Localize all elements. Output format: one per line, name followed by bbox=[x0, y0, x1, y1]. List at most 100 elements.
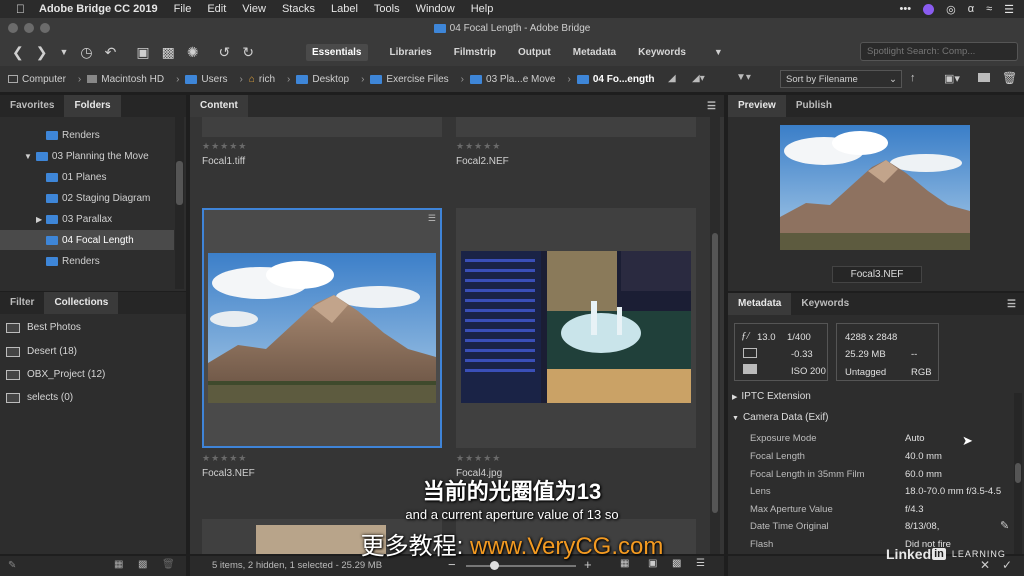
menu-tools[interactable]: Tools bbox=[374, 3, 400, 15]
thumbnail-size-slider[interactable] bbox=[466, 565, 576, 567]
chevron-down-icon[interactable]: ▼ bbox=[59, 47, 68, 57]
breadcrumb-exercise-files[interactable]: Exercise Files bbox=[370, 74, 449, 85]
edit-icon[interactable]: ✎ bbox=[8, 560, 16, 571]
rotate-right-icon[interactable]: ↻ bbox=[242, 44, 254, 61]
tab-filter[interactable]: Filter bbox=[0, 292, 44, 314]
collection-obx-project[interactable]: OBX_Project (12) bbox=[6, 369, 105, 380]
recent-icon[interactable]: ◷ bbox=[80, 44, 92, 61]
refine-icon[interactable]: ▩ bbox=[162, 44, 175, 61]
menu-edit[interactable]: Edit bbox=[207, 3, 226, 15]
close-window-button[interactable] bbox=[8, 23, 18, 33]
minimize-window-button[interactable] bbox=[24, 23, 34, 33]
thumbnail-cell[interactable] bbox=[456, 117, 696, 137]
slider-handle[interactable] bbox=[490, 561, 499, 570]
section-iptc-extension[interactable]: ▶ IPTC Extension bbox=[732, 391, 811, 402]
folder-renders-1[interactable]: Renders bbox=[0, 125, 174, 145]
menu-list-icon[interactable]: ☰ bbox=[1004, 3, 1014, 16]
collection-selects[interactable]: selects (0) bbox=[6, 392, 73, 403]
preview-filename-label: Focal3.NEF bbox=[832, 266, 922, 283]
folder-icon bbox=[470, 74, 483, 84]
menu-window[interactable]: Window bbox=[416, 3, 455, 15]
workspace-keywords[interactable]: Keywords bbox=[638, 47, 686, 58]
star-filter-icon[interactable]: ◢▾ bbox=[692, 73, 705, 84]
folder-icon bbox=[370, 74, 383, 84]
new-folder-icon[interactable] bbox=[978, 73, 990, 82]
folder-renders-2[interactable]: Renders bbox=[0, 251, 174, 271]
folders-scroll-thumb[interactable] bbox=[176, 161, 183, 205]
globe-icon[interactable]: ◎ bbox=[946, 3, 956, 16]
forward-icon[interactable]: ❯ bbox=[36, 44, 48, 61]
section-camera-data[interactable]: ▼ Camera Data (Exif) bbox=[732, 412, 829, 423]
tab-favorites[interactable]: Favorites bbox=[0, 95, 64, 117]
sort-dropdown[interactable]: Sort by Filename ⌄ bbox=[780, 70, 902, 88]
subtitle-chinese: 当前的光圈值为13 bbox=[422, 479, 602, 504]
folder-staging-diagram[interactable]: 02 Staging Diagram bbox=[0, 188, 174, 208]
thumbnail-cell[interactable] bbox=[202, 117, 442, 137]
collection-desert[interactable]: Desert (18) bbox=[6, 346, 77, 357]
preview-image[interactable] bbox=[780, 125, 970, 250]
menu-file[interactable]: File bbox=[174, 3, 192, 15]
trash-icon[interactable]: 🗑 bbox=[1002, 71, 1017, 85]
apple-icon[interactable]:  bbox=[16, 2, 25, 16]
breadcrumb-macintosh-hd[interactable]: Macintosh HD bbox=[87, 74, 164, 85]
workspace-output[interactable]: Output bbox=[518, 47, 551, 58]
tab-content[interactable]: Content bbox=[190, 95, 248, 117]
breadcrumb-rich[interactable]: ⌂ rich bbox=[249, 74, 275, 85]
thumbnail-cell-selected[interactable]: ☰ bbox=[202, 208, 442, 448]
open-recent-icon[interactable]: ▣▾ bbox=[944, 72, 960, 85]
breadcrumb-focal-length[interactable]: 04 Fo...ength bbox=[576, 74, 655, 85]
menu-view[interactable]: View bbox=[242, 3, 266, 15]
workspace-filmstrip[interactable]: Filmstrip bbox=[454, 47, 496, 58]
tab-preview[interactable]: Preview bbox=[728, 95, 786, 117]
collection-icon bbox=[6, 346, 20, 357]
folder-parallax[interactable]: ▶ 03 Parallax bbox=[0, 209, 174, 229]
rotate-left-icon[interactable]: ↺ bbox=[219, 44, 231, 61]
back-icon[interactable]: ❮ bbox=[12, 44, 24, 61]
content-scroll-thumb[interactable] bbox=[712, 233, 718, 513]
folder-planes[interactable]: 01 Planes bbox=[0, 167, 174, 187]
breadcrumb-computer[interactable]: Computer bbox=[8, 74, 66, 85]
panel-menu-icon[interactable]: ☰ bbox=[1007, 299, 1016, 310]
menu-stacks[interactable]: Stacks bbox=[282, 3, 315, 15]
folder-focal-length[interactable]: 04 Focal Length bbox=[0, 230, 174, 250]
collection-best-photos[interactable]: Best Photos bbox=[6, 322, 81, 333]
breadcrumb-users[interactable]: Users bbox=[185, 74, 228, 85]
folders-scrollbar[interactable] bbox=[175, 117, 184, 289]
workspace-essentials[interactable]: Essentials bbox=[306, 43, 368, 61]
more-icon[interactable]: ••• bbox=[900, 3, 912, 15]
wifi-icon[interactable]: ≈ bbox=[986, 3, 992, 15]
zoom-window-button[interactable] bbox=[40, 23, 50, 33]
panel-menu-icon[interactable]: ☰ bbox=[707, 101, 716, 112]
computer-icon bbox=[8, 75, 18, 83]
filter-icon[interactable]: ▼▾ bbox=[736, 72, 751, 83]
tab-publish[interactable]: Publish bbox=[786, 95, 842, 117]
breadcrumb-planning-move[interactable]: 03 Pla...e Move bbox=[470, 74, 556, 85]
rating-stars[interactable]: ★★★★★ bbox=[202, 141, 247, 152]
tab-folders[interactable]: Folders bbox=[64, 95, 121, 117]
app-name-menu[interactable]: Adobe Bridge CC 2019 bbox=[39, 3, 158, 15]
sort-ascending-icon[interactable]: ↑ bbox=[910, 72, 916, 84]
adobe-icon[interactable]: α bbox=[968, 3, 974, 15]
tab-metadata[interactable]: Metadata bbox=[728, 293, 792, 315]
rating-stars[interactable]: ★★★★★ bbox=[456, 141, 501, 152]
quality-icon[interactable]: ◢ bbox=[668, 73, 676, 84]
spotlight-search-input[interactable] bbox=[860, 42, 1018, 61]
breadcrumb-desktop[interactable]: Desktop bbox=[296, 74, 349, 85]
siri-icon[interactable] bbox=[923, 3, 935, 15]
workspace-libraries[interactable]: Libraries bbox=[390, 47, 432, 58]
promo-url: www.VeryCG.com bbox=[469, 533, 664, 560]
menu-help[interactable]: Help bbox=[471, 3, 494, 15]
folder-planning-the-move[interactable]: ▼ 03 Planning the Move bbox=[0, 146, 174, 166]
camera-download-icon[interactable]: ▣ bbox=[136, 44, 149, 61]
boomerang-icon[interactable]: ↶ bbox=[105, 44, 117, 61]
thumbnail-cell[interactable] bbox=[456, 208, 696, 448]
rating-stars[interactable]: ★★★★★ bbox=[456, 453, 501, 464]
workspace-metadata[interactable]: Metadata bbox=[573, 47, 616, 58]
home-icon: ⌂ bbox=[248, 73, 255, 85]
rating-stars[interactable]: ★★★★★ bbox=[202, 453, 247, 464]
tab-collections[interactable]: Collections bbox=[44, 292, 119, 314]
workspace-more-icon[interactable]: ▼ bbox=[714, 47, 723, 57]
camera-raw-icon[interactable]: ✺ bbox=[187, 44, 199, 61]
tab-keywords[interactable]: Keywords bbox=[791, 293, 859, 315]
menu-label[interactable]: Label bbox=[331, 3, 358, 15]
